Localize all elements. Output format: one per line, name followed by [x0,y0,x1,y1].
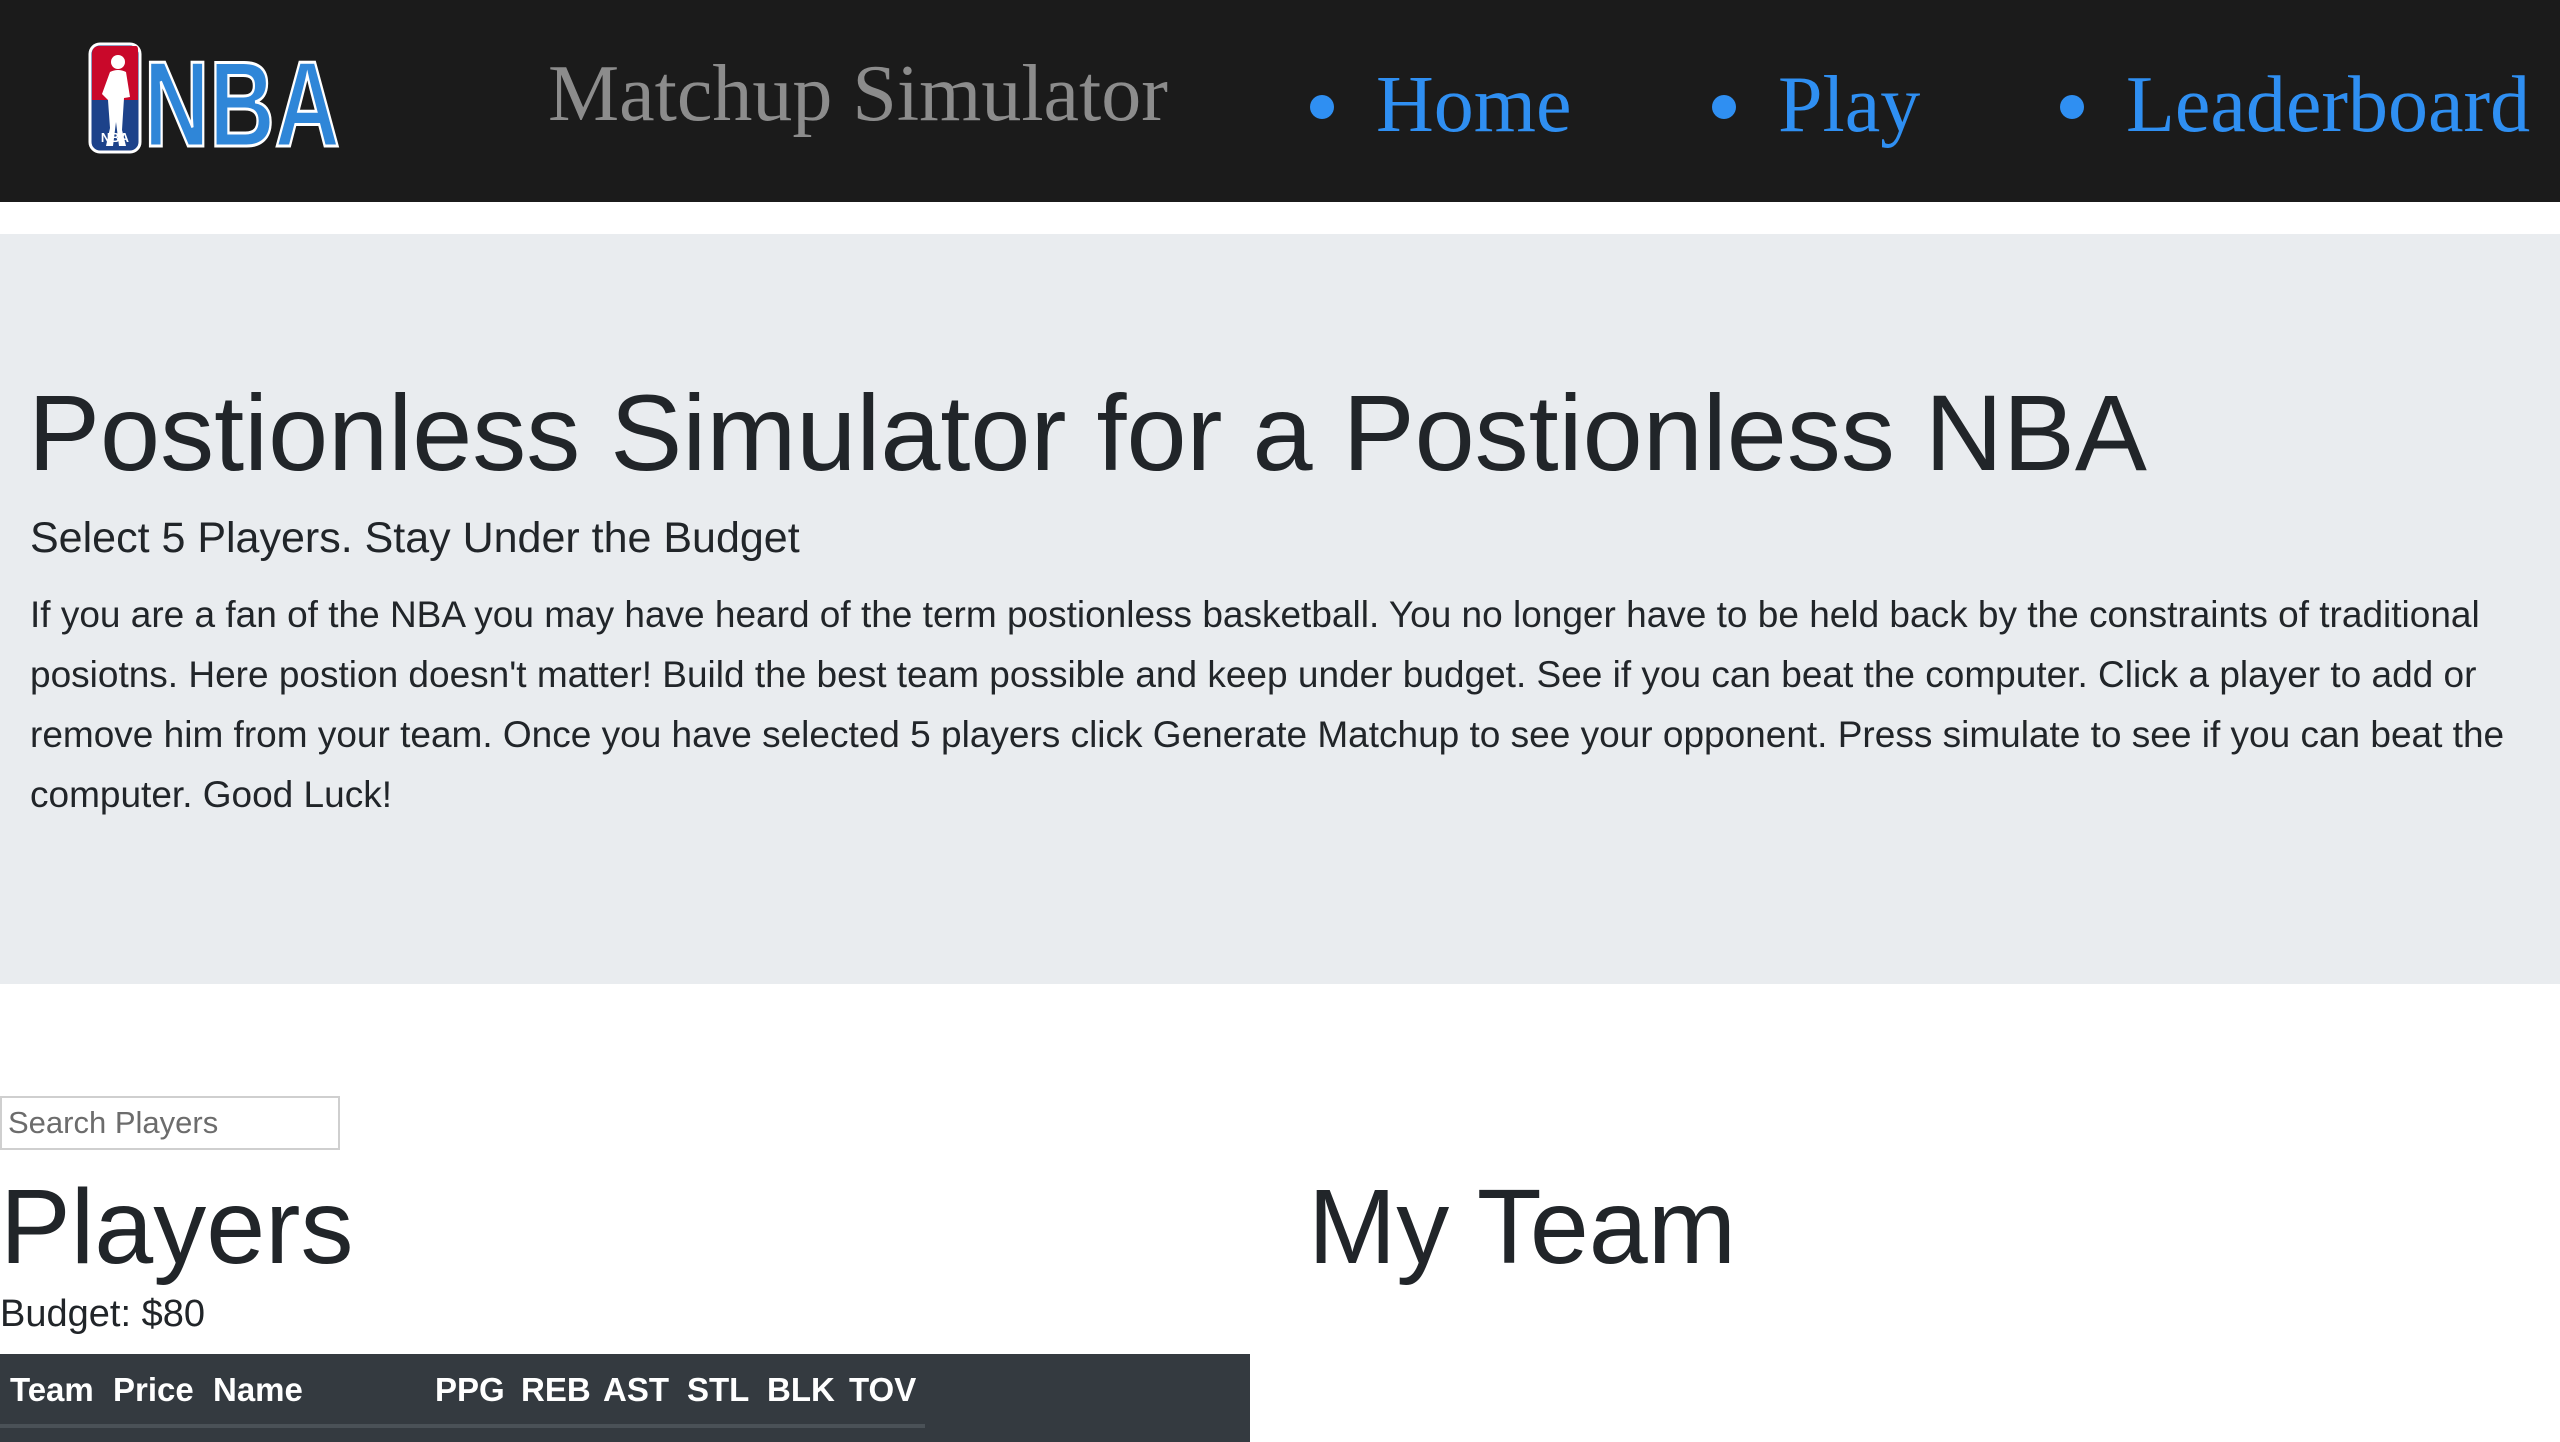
column-header-stl[interactable]: STL [687,1370,749,1410]
nav-link-label: Home [1376,61,1572,149]
brand-title[interactable]: Matchup Simulator [548,44,1168,144]
column-header-name[interactable]: Name [213,1370,303,1410]
budget-label: Budget: [0,1293,131,1335]
column-header-price[interactable]: Price [113,1370,194,1410]
nba-logo-text: NBA [144,42,340,157]
page-subtitle: Select 5 Players. Stay Under the Budget [30,514,800,562]
column-header-ast[interactable]: AST [603,1370,669,1410]
bullet-icon [1712,94,1736,119]
nav-link-label: Play [1778,61,1921,149]
players-heading: Players [0,1168,354,1286]
players-table: Team Price Name PPG REB AST STL BLK TOV [0,1354,1250,1442]
nav-link-leaderboard[interactable]: Leaderboard [2060,50,2530,160]
intro-description: If you are a fan of the NBA you may have… [30,594,2505,815]
players-table-header: Team Price Name PPG REB AST STL BLK TOV [0,1354,925,1428]
column-header-reb[interactable]: REB [521,1370,591,1410]
nav-link-label: Leaderboard [2126,61,2531,149]
bullet-icon [2060,94,2084,119]
column-header-blk[interactable]: BLK [767,1370,835,1410]
page-title: Postionless Simulator for a Postionless … [28,372,2147,493]
nav-link-home[interactable]: Home [1310,50,1572,160]
nba-logo[interactable]: NBA NBA [88,42,344,157]
top-navbar: NBA NBA Matchup Simulator Home Play Lead… [0,0,2560,202]
budget-display: Budget: $80 [0,1288,205,1340]
bullet-icon [1310,94,1334,119]
column-header-team[interactable]: Team [10,1370,94,1410]
my-team-heading: My Team [1308,1168,1737,1286]
column-header-ppg[interactable]: PPG [435,1370,505,1410]
svg-text:NBA: NBA [101,130,130,145]
budget-value: $80 [141,1293,205,1335]
nav-link-play[interactable]: Play [1712,50,1920,160]
column-header-tov[interactable]: TOV [849,1370,916,1410]
search-players-input[interactable] [0,1096,340,1150]
